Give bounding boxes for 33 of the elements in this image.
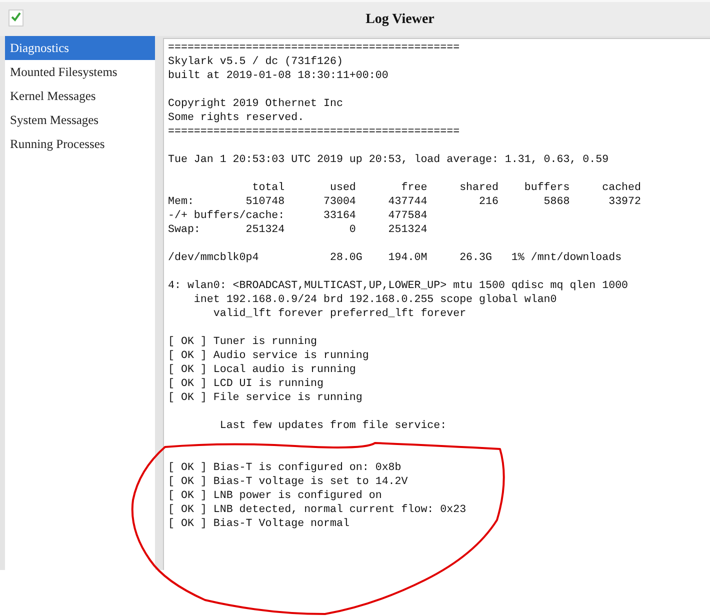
log-line: [ OK ] LNB detected, normal current flow: 0x23: [168, 503, 466, 517]
window-title: Log Viewer: [366, 10, 434, 28]
log-line: /dev/mmcblk0p4 28.0G 194.0M 26.3G 1% /mnt/downloads: [168, 251, 622, 265]
log-line: [ OK ] LNB power is configured on: [168, 489, 382, 503]
log-line: [ OK ] Bias-T voltage is set to 14.2V: [168, 475, 408, 489]
log-line: built at 2019-01-08 18:30:11+00:00: [168, 69, 388, 83]
sidebar-item[interactable]: Mounted Filesystems: [5, 60, 155, 84]
log-line: [ OK ] Bias-T is configured on: 0x8b: [168, 461, 402, 475]
log-line: [ OK ] Audio service is running: [168, 349, 369, 363]
log-line: [ OK ] Tuner is running: [168, 335, 318, 349]
log-line: total used free shared buffers cached: [251, 181, 641, 195]
log-line: =============================================: [168, 125, 460, 139]
log-line: Swap: 251324 0 251324: [168, 223, 428, 237]
log-line: Mem: 510748 73004 437744 216 5868 33972: [168, 195, 641, 209]
log-line: 4: wlan0: <BROADCAST,MULTICAST,UP,LOWER_UP> mtu 1500 qdisc mq qlen 1000: [168, 279, 628, 293]
log-line: Skylark v5.5 / dc (731f126): [168, 55, 343, 69]
log-line: valid_lft forever preferred_lft forever: [212, 307, 466, 321]
log-line: [ OK ] File service is running: [168, 391, 362, 405]
log-line: Tue Jan 1 20:53:03 UTC 2019 up 20:53, load average: 1.31, 0.63, 0.59: [168, 153, 609, 167]
log-line: [ OK ] Local audio is running: [168, 363, 356, 377]
log-line: [ OK ] LCD UI is running: [168, 377, 324, 391]
sidebar-item[interactable]: Kernel Messages: [5, 84, 155, 108]
sidebar-item[interactable]: System Messages: [5, 108, 155, 132]
log-line: Some rights reserved.: [168, 111, 304, 125]
log-line: -/+ buffers/cache: 33164 477584: [168, 209, 428, 223]
log-line: [ OK ] Bias-T Voltage normal: [168, 517, 350, 531]
sidebar-item[interactable]: Diagnostics: [5, 36, 155, 60]
sidebar-item[interactable]: Running Processes: [5, 132, 155, 156]
log-line: Last few updates from file service:: [218, 419, 447, 433]
log-line: Copyright 2019 Othernet Inc: [168, 97, 343, 111]
app-icon: [8, 9, 24, 27]
log-line: =============================================: [168, 41, 460, 55]
log-line: inet 192.168.0.9/24 brd 192.168.0.255 scope global wlan0: [192, 293, 557, 307]
